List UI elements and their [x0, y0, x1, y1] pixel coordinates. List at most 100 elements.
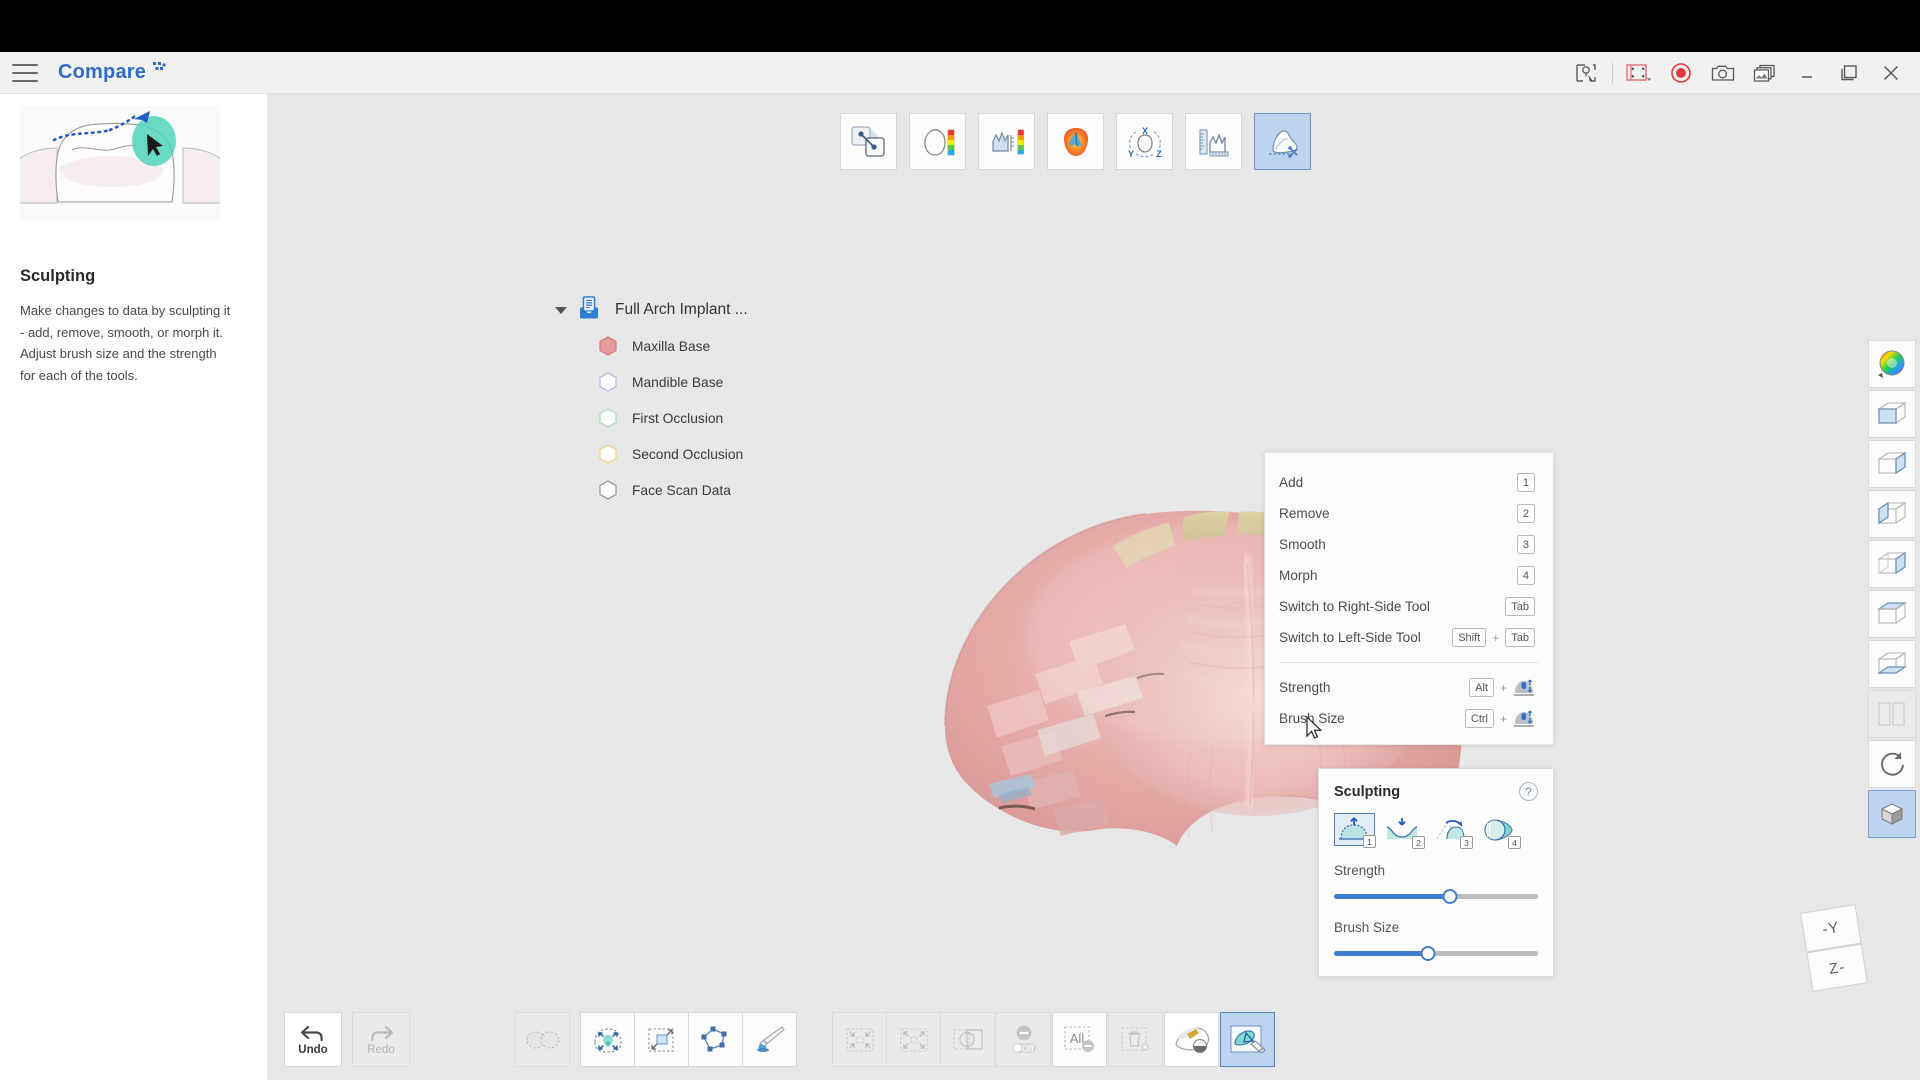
shortcut-add[interactable]: Add 1 — [1265, 467, 1553, 498]
tree-item-mandible-base[interactable]: Mandible Base — [555, 364, 885, 400]
hexagon-icon — [597, 443, 619, 465]
tool-number-badge: 4 — [1508, 836, 1521, 849]
viewport-3d[interactable]: Full Arch Implant ... Maxilla Base Mandi… — [267, 94, 1920, 1080]
sculpt-tool-smooth[interactable]: 3 — [1430, 813, 1471, 846]
tree-item-label: Mandible Base — [632, 375, 723, 390]
tool-compare-pair[interactable] — [515, 1012, 570, 1067]
sculpt-tool-morph[interactable]: 4 — [1478, 813, 1519, 846]
shortcut-strength[interactable]: Strength Alt + — [1265, 672, 1553, 703]
record-icon[interactable] — [1660, 52, 1702, 94]
render-mode-button[interactable] — [1868, 790, 1916, 838]
undo-button[interactable]: Undo — [284, 1012, 342, 1067]
reset-view-button[interactable] — [1868, 740, 1916, 788]
shortcut-smooth[interactable]: Smooth 3 — [1265, 529, 1553, 560]
screen-region-icon[interactable] — [1618, 52, 1660, 94]
gallery-icon[interactable] — [1744, 52, 1786, 94]
tree-item-face-scan-data[interactable]: Face Scan Data — [555, 472, 885, 508]
close-icon[interactable] — [1870, 52, 1912, 94]
view-top-button[interactable] — [1868, 590, 1916, 638]
tool-cross-section-map[interactable] — [978, 113, 1035, 170]
tree-item-second-occlusion[interactable]: Second Occlusion — [555, 436, 885, 472]
slider-knob[interactable] — [1443, 889, 1458, 904]
color-wheel-button[interactable] — [1868, 340, 1916, 388]
tree-root-row[interactable]: Full Arch Implant ... — [555, 292, 885, 328]
tool-deviation-map[interactable] — [909, 113, 966, 170]
shortcut-remove[interactable]: Remove 2 — [1265, 498, 1553, 529]
bottom-toolbar[interactable]: Undo Redo — [267, 1000, 1920, 1080]
split-view-button[interactable] — [1868, 690, 1916, 738]
tool-delete-selection[interactable] — [1108, 1012, 1163, 1067]
key-badge: Shift — [1452, 628, 1486, 647]
shortcut-context-menu[interactable]: Add 1 Remove 2 Smooth 3 Morph 4 Switch t… — [1264, 452, 1554, 745]
sculpting-tool-group[interactable]: 1 2 3 4 — [1334, 813, 1538, 846]
tool-align-compare[interactable] — [840, 113, 897, 170]
svg-text:Z: Z — [1156, 149, 1162, 159]
mouse-drag-icon — [1513, 676, 1535, 699]
object-tree[interactable]: Full Arch Implant ... Maxilla Base Mandi… — [555, 292, 885, 508]
slider-knob[interactable] — [1420, 946, 1435, 961]
tool-brush-select[interactable] — [742, 1012, 797, 1067]
tool-sculpting[interactable] — [1254, 113, 1311, 170]
shortcut-morph[interactable]: Morph 4 — [1265, 560, 1553, 591]
redo-label: Redo — [367, 1044, 395, 1056]
tool-rect-select[interactable] — [634, 1012, 689, 1067]
sculpt-tool-remove[interactable]: 2 — [1382, 813, 1423, 846]
view-back-button[interactable] — [1868, 440, 1916, 488]
maximize-icon[interactable] — [1828, 52, 1870, 94]
plus-sign: + — [1500, 712, 1507, 726]
help-icon[interactable]: ? — [1519, 782, 1538, 801]
brush-size-slider[interactable] — [1334, 946, 1538, 960]
tool-heat-map[interactable] — [1047, 113, 1104, 170]
tool-move-selection[interactable] — [580, 1012, 635, 1067]
strength-slider-label: Strength — [1334, 863, 1538, 878]
view-left-button[interactable] — [1868, 490, 1916, 538]
tree-root-label: Full Arch Implant ... — [615, 301, 748, 319]
sculpting-panel[interactable]: Sculpting ? 1 2 — [1318, 768, 1554, 977]
sculpt-tool-add[interactable]: 1 — [1334, 813, 1375, 846]
view-bottom-button[interactable] — [1868, 640, 1916, 688]
case-tray-icon — [575, 294, 603, 327]
panel-description: Make changes to data by sculpting it - a… — [20, 300, 235, 386]
key-badge: 4 — [1517, 566, 1535, 585]
tool-deselect-off[interactable]: Off — [996, 1012, 1051, 1067]
key-badge: Tab — [1505, 597, 1535, 616]
key-badge: Alt — [1469, 678, 1494, 697]
sculpting-panel-title: Sculpting — [1334, 784, 1519, 800]
tool-invert-selection[interactable] — [940, 1012, 995, 1067]
key-badge: Tab — [1505, 628, 1535, 647]
view-toolbar[interactable] — [1868, 340, 1916, 840]
view-right-button[interactable] — [1868, 540, 1916, 588]
shortcut-switch-right[interactable]: Switch to Right-Side Tool Tab — [1265, 591, 1553, 622]
title-mark-icon — [153, 62, 166, 76]
slider-fill — [1334, 894, 1450, 899]
tool-sculpt[interactable] — [1220, 1012, 1275, 1067]
shortcut-switch-left[interactable]: Switch to Left-Side Tool Shift + Tab — [1265, 622, 1553, 653]
strength-slider[interactable] — [1334, 889, 1538, 903]
tree-item-first-occlusion[interactable]: First Occlusion — [555, 400, 885, 436]
shortcut-label: Switch to Right-Side Tool — [1279, 599, 1505, 614]
tool-trim[interactable] — [1164, 1012, 1219, 1067]
annotate-icon[interactable] — [1565, 52, 1607, 94]
tool-shrink-selection[interactable] — [832, 1012, 887, 1067]
key-badge: 3 — [1517, 535, 1535, 554]
shortcut-label: Remove — [1279, 506, 1517, 521]
tool-grow-selection[interactable] — [886, 1012, 941, 1067]
expand-caret-icon[interactable] — [555, 307, 567, 314]
view-front-button[interactable] — [1868, 390, 1916, 438]
mouse-drag-icon — [1513, 707, 1535, 730]
tree-item-maxilla-base[interactable]: Maxilla Base — [555, 328, 885, 364]
tool-measure[interactable] — [1185, 113, 1242, 170]
shortcut-label: Morph — [1279, 568, 1517, 583]
tool-axis-orientation[interactable]: X Y Z — [1116, 113, 1173, 170]
camera-icon[interactable] — [1702, 52, 1744, 94]
redo-button[interactable]: Redo — [352, 1012, 410, 1067]
menu-hamburger-icon[interactable] — [12, 64, 38, 82]
tool-deselect-all[interactable]: All — [1052, 1012, 1107, 1067]
mode-toolbar[interactable]: X Y Z — [840, 113, 1311, 170]
tooth-sculpting-illustration — [20, 106, 220, 221]
tool-polygon-select[interactable] — [688, 1012, 743, 1067]
shortcut-brush-size[interactable]: Brush Size Ctrl + — [1265, 703, 1553, 734]
tool-number-badge: 3 — [1460, 836, 1473, 849]
minimize-icon[interactable] — [1786, 52, 1828, 94]
shortcut-label: Strength — [1279, 680, 1469, 695]
